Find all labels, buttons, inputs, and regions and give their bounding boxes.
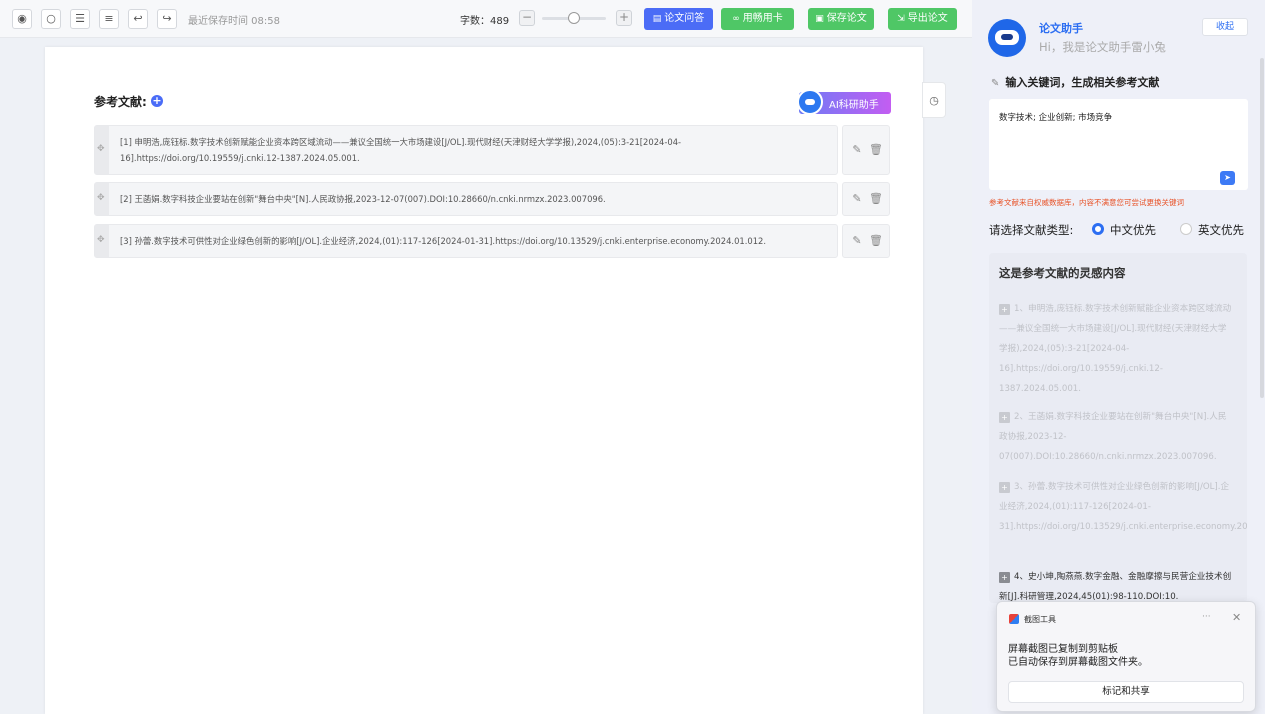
paper-qa-label: 论文问答	[664, 13, 705, 24]
drag-handle-icon[interactable]: ✥	[95, 126, 109, 174]
ai-research-assistant-button[interactable]: AI科研助手	[797, 89, 891, 115]
zoom-slider-thumb[interactable]	[568, 12, 580, 24]
editor-toolbar: ◉ ○ ☰ ≡ ↩ ↪ 最近保存时间 08:58 字数：489 − + ▤ 论文问…	[0, 0, 972, 38]
inspiration-text: 1、申明浩,庞钰标.数字技术创新赋能企业资本跨区域流动——兼议全国统一大市场建设…	[999, 304, 1232, 394]
radio-chinese-first-label[interactable]: 中文优先	[1110, 222, 1156, 238]
edit-icon[interactable]: ✎	[851, 143, 863, 156]
inspiration-text: 4、史小坤,陶燕燕.数字金融、金融摩擦与民营企业技术创新[J].科研管理,202…	[999, 572, 1232, 602]
add-icon[interactable]: +	[999, 572, 1010, 583]
delete-icon[interactable]: 🗑	[869, 192, 883, 205]
assistant-avatar	[988, 19, 1026, 57]
reference-text[interactable]: [3] 孙蕾.数字技术可供性对企业绿色创新的影响[J/OL].企业经济,2024…	[120, 233, 827, 249]
radio-english-first-label[interactable]: 英文优先	[1198, 222, 1244, 238]
inspiration-item[interactable]: +3、孙蕾.数字技术可供性对企业绿色创新的影响[J/OL].企业经济,2024,…	[999, 477, 1247, 537]
ai-research-assistant-label: AI科研助手	[829, 100, 879, 111]
keyword-prompt: ✎ 输入关键词，生成相关参考文献	[991, 74, 1159, 90]
chat-icon: ▤	[652, 14, 662, 24]
robot-icon	[797, 89, 823, 115]
zoom-out-button[interactable]: −	[519, 10, 535, 26]
inspiration-text: 2、王菡娟.数字科技企业要站在创新"舞台中央"[N].人民政协报,2023-12…	[999, 412, 1227, 462]
export-paper-button[interactable]: ⇲ 导出论文	[888, 8, 957, 30]
reference-actions: ✎ 🗑	[842, 125, 890, 175]
inspiration-box: 这是参考文献的灵感内容 +1、申明浩,庞钰标.数字技术创新赋能企业资本跨区域流动…	[989, 253, 1247, 603]
delete-icon[interactable]: 🗑	[869, 234, 883, 247]
more-options-icon[interactable]: ···	[1202, 612, 1211, 622]
keyword-input-value[interactable]: 数字技术; 企业创新; 市场竞争	[999, 111, 1112, 123]
reference-actions: ✎ 🗑	[842, 182, 890, 216]
inspiration-item[interactable]: +4、史小坤,陶燕燕.数字金融、金融摩擦与民营企业技术创新[J].科研管理,20…	[999, 567, 1234, 603]
undo-icon[interactable]: ↩	[128, 9, 148, 29]
infinity-icon: ∞	[732, 14, 740, 24]
edit-icon[interactable]: ✎	[851, 192, 863, 205]
drag-handle-icon[interactable]: ✥	[95, 225, 109, 257]
export-icon: ⇲	[897, 14, 905, 24]
notification-body: 已自动保存到屏幕截图文件夹。	[1008, 657, 1148, 668]
reference-item[interactable]: ✥ [1] 申明浩,庞钰标.数字技术创新赋能企业资本跨区域流动——兼议全国统一大…	[94, 125, 838, 175]
cards-button[interactable]: ∞ 用畅用卡	[721, 8, 794, 30]
pencil-icon: ✎	[991, 78, 1000, 89]
markup-share-button[interactable]: 标记和共享	[1008, 681, 1244, 703]
collapse-button[interactable]: 收起	[1202, 18, 1248, 36]
outline-icon[interactable]: ≡	[99, 9, 119, 29]
add-icon[interactable]: +	[999, 482, 1010, 493]
keyword-input[interactable]: 数字技术; 企业创新; 市场竞争 ➤	[989, 99, 1248, 190]
redo-icon[interactable]: ↪	[157, 9, 177, 29]
reference-text[interactable]: [1] 申明浩,庞钰标.数字技术创新赋能企业资本跨区域流动——兼议全国统一大市场…	[120, 134, 827, 166]
last-saved-time: 最近保存时间 08:58	[188, 16, 280, 27]
export-paper-label: 导出论文	[907, 13, 948, 24]
send-icon[interactable]: ➤	[1220, 171, 1235, 185]
notification-app-name: 截图工具	[1024, 615, 1056, 624]
reference-item[interactable]: ✥ [2] 王菡娟.数字科技企业要站在创新"舞台中央"[N].人民政协报,202…	[94, 182, 838, 216]
history-icon[interactable]: ◷	[922, 82, 946, 118]
assistant-name: 论文助手	[1039, 22, 1083, 35]
assistant-greeting: Hi，我是论文助手雷小兔	[1039, 40, 1166, 54]
add-icon[interactable]: +	[999, 304, 1010, 315]
paper-page: 参考文献: + AI科研助手 ✥ [1] 申明浩,庞钰标.数字技术创新赋能企业资…	[45, 47, 923, 714]
reference-item[interactable]: ✥ [3] 孙蕾.数字技术可供性对企业绿色创新的影响[J/OL].企业经济,20…	[94, 224, 838, 258]
reference-actions: ✎ 🗑	[842, 224, 890, 258]
save-paper-button[interactable]: ▣ 保存论文	[808, 8, 874, 30]
reference-type-label: 请选择文献类型:	[989, 223, 1074, 237]
inspiration-item[interactable]: +2、王菡娟.数字科技企业要站在创新"舞台中央"[N].人民政协报,2023-1…	[999, 407, 1234, 467]
layout-icon[interactable]: ☰	[70, 9, 90, 29]
add-reference-button[interactable]: +	[151, 95, 163, 107]
close-icon[interactable]: ✕	[1232, 611, 1241, 624]
radio-chinese-first[interactable]	[1092, 223, 1104, 235]
eye-icon[interactable]: ◉	[12, 9, 32, 29]
panel-scrollbar[interactable]	[1260, 58, 1264, 398]
edit-icon[interactable]: ✎	[851, 234, 863, 247]
delete-icon[interactable]: 🗑	[869, 143, 883, 156]
save-icon: ▣	[815, 14, 824, 24]
zoom-in-button[interactable]: +	[616, 10, 632, 26]
paper-qa-button[interactable]: ▤ 论文问答	[644, 8, 713, 30]
drag-handle-icon[interactable]: ✥	[95, 183, 109, 215]
search-icon[interactable]: ○	[41, 9, 61, 29]
references-heading: 参考文献:	[94, 95, 147, 109]
keyword-prompt-text: 输入关键词，生成相关参考文献	[1005, 76, 1160, 89]
word-count: 字数：489	[460, 16, 510, 27]
reference-text[interactable]: [2] 王菡娟.数字科技企业要站在创新"舞台中央"[N].人民政协报,2023-…	[120, 191, 827, 207]
inspiration-item[interactable]: +1、申明浩,庞钰标.数字技术创新赋能企业资本跨区域流动——兼议全国统一大市场建…	[999, 299, 1234, 399]
inspiration-title: 这是参考文献的灵感内容	[999, 266, 1126, 280]
inspiration-text: 3、孙蕾.数字技术可供性对企业绿色创新的影响[J/OL].企业经济,2024,(…	[999, 482, 1247, 532]
screenshot-notification: 截图工具 ··· ✕ 屏幕截图已复制到剪贴板 已自动保存到屏幕截图文件夹。 标记…	[996, 601, 1256, 712]
snipping-tool-icon	[1009, 614, 1019, 624]
add-icon[interactable]: +	[999, 412, 1010, 423]
keyword-tip: 参考文献来自权威数据库，内容不满意您可尝试更换关键词	[989, 198, 1184, 207]
cards-label: 用畅用卡	[742, 13, 783, 24]
save-paper-label: 保存论文	[826, 13, 867, 24]
radio-english-first[interactable]	[1180, 223, 1192, 235]
